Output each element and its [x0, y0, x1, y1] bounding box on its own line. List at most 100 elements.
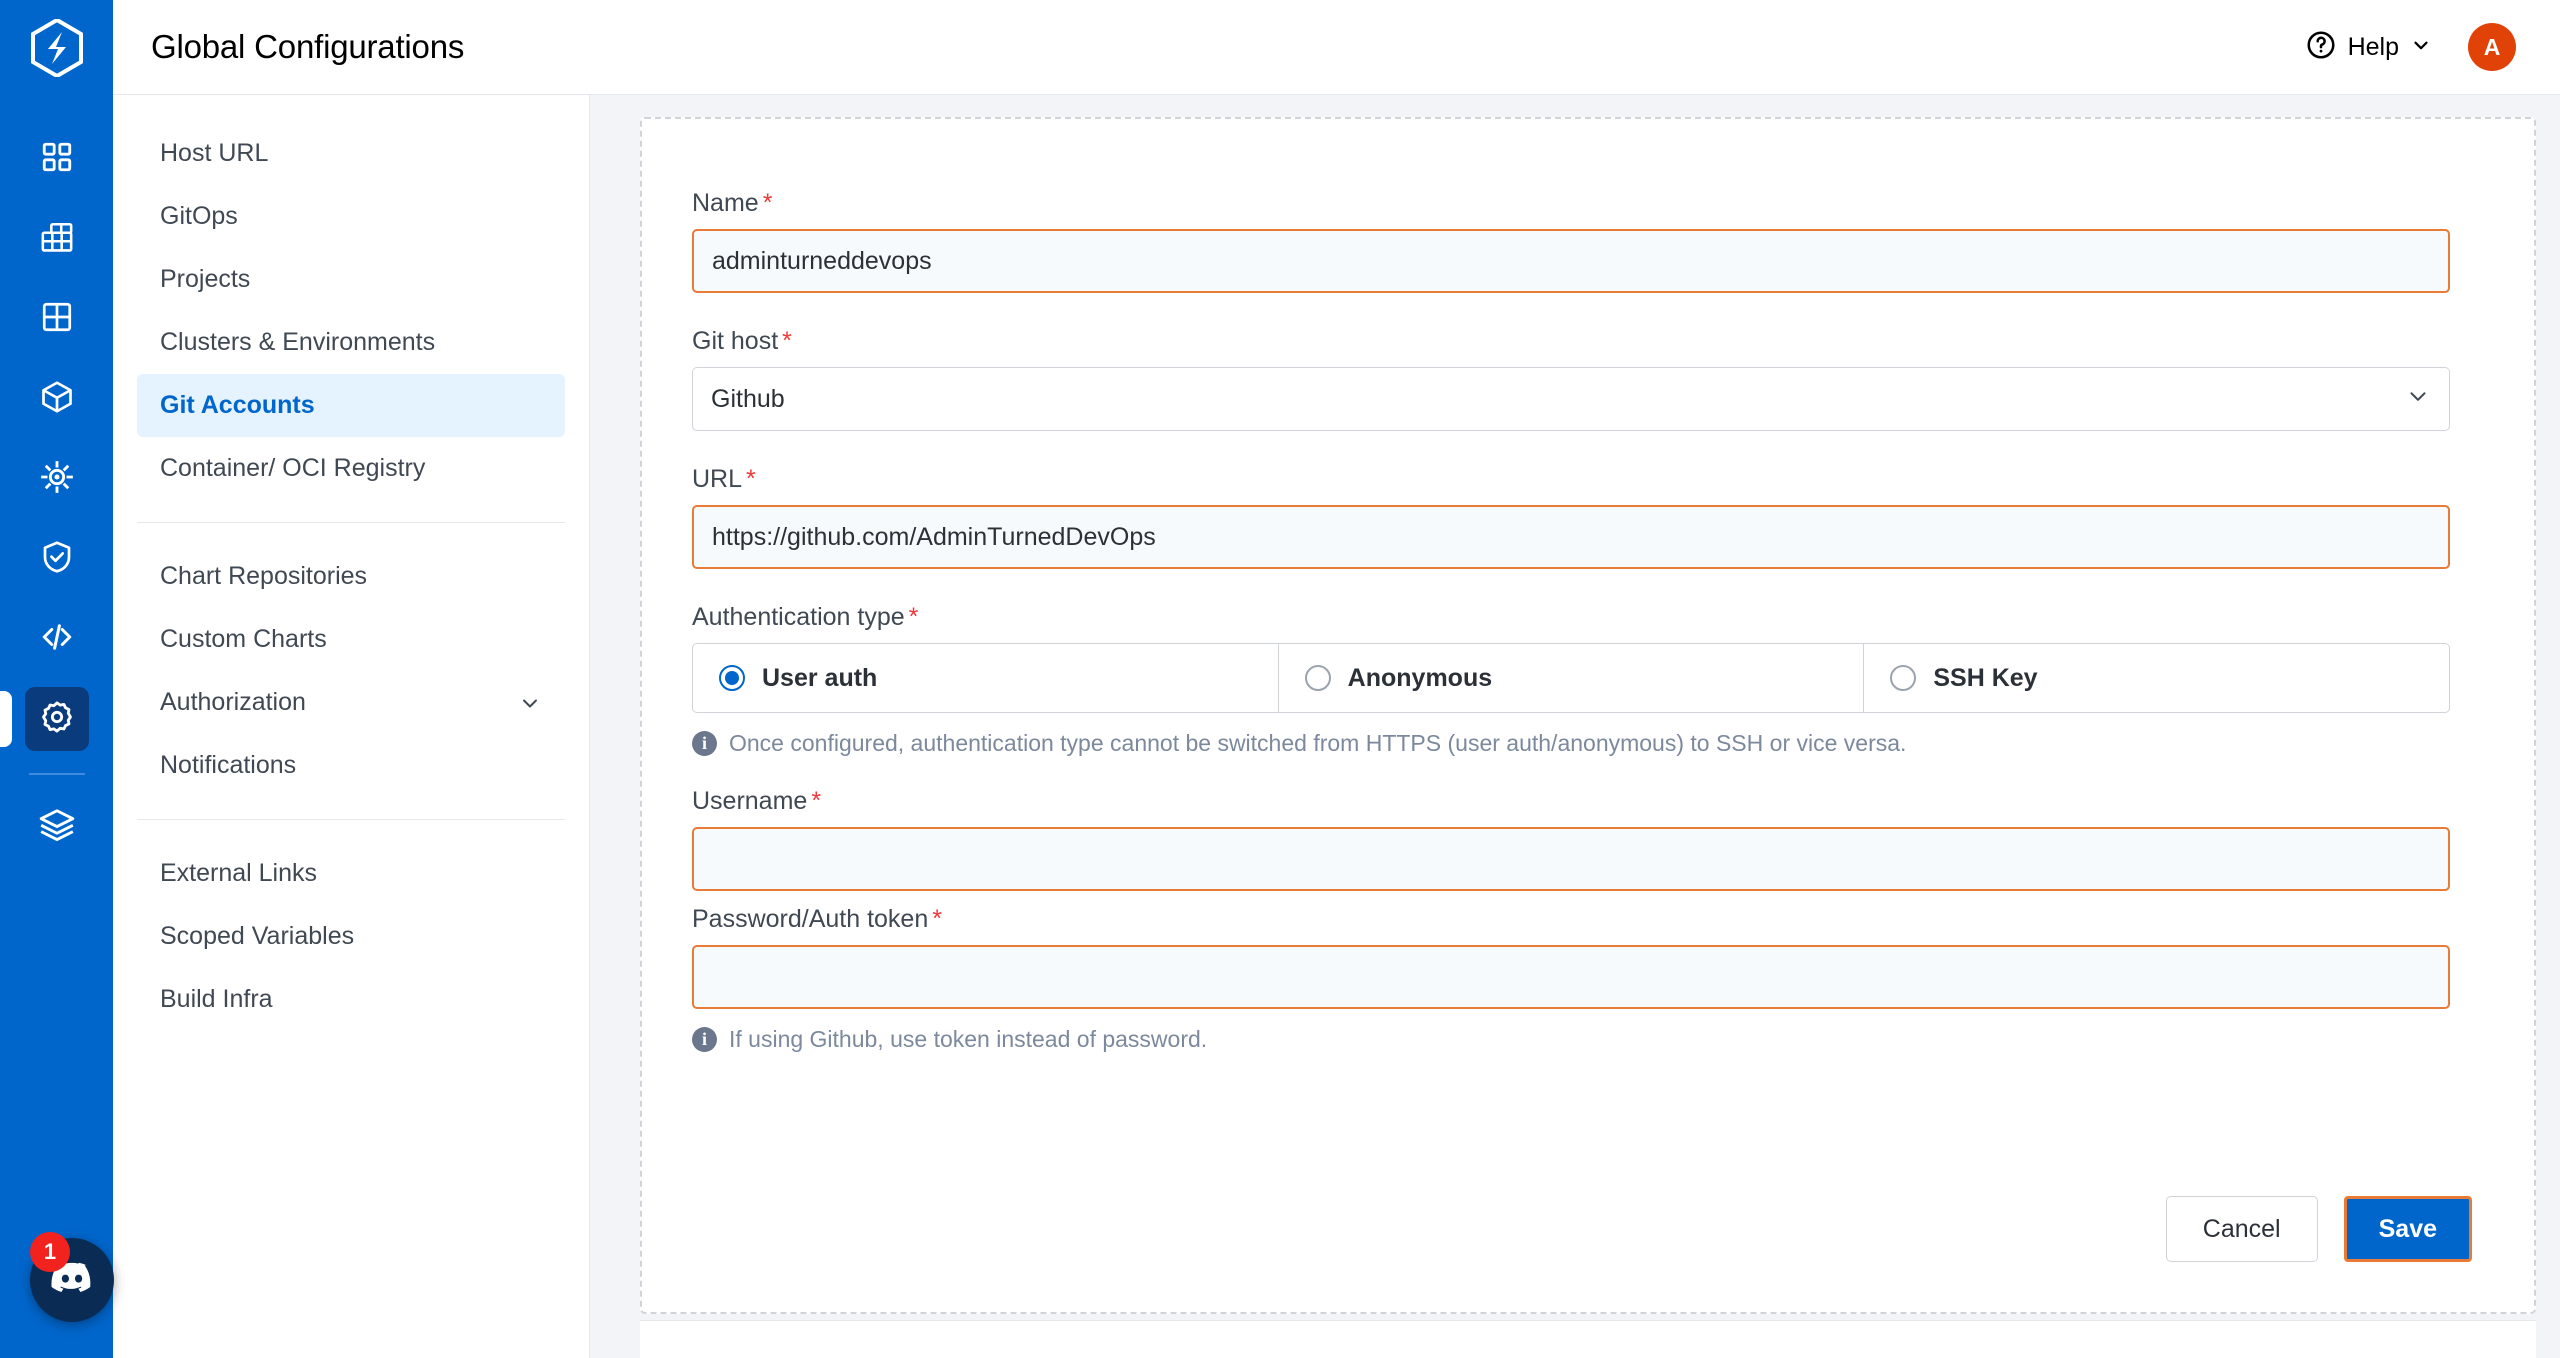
rail-item-applications[interactable]: [25, 127, 89, 191]
username-label-text: Username: [692, 787, 808, 815]
nav-label: GitOps: [160, 202, 238, 230]
page-title: Global Configurations: [151, 28, 465, 65]
password-info-text: If using Github, use token instead of pa…: [729, 1026, 1208, 1052]
name-label-text: Name: [692, 189, 759, 217]
chevron-down-icon[interactable]: [518, 691, 542, 715]
sidebar-item-host-url[interactable]: Host URL: [137, 122, 565, 185]
radio-label: User auth: [762, 663, 878, 692]
left-icon-rail: 1: [0, 0, 114, 1358]
chevron-down-icon[interactable]: [2405, 383, 2431, 416]
password-label-text: Password/Auth token: [692, 905, 929, 933]
radio-indicator[interactable]: [1890, 665, 1917, 691]
rail-divider: [28, 773, 85, 775]
sidebar-item-projects[interactable]: Projects: [137, 248, 565, 311]
git-host-value: Github: [711, 384, 785, 413]
nav-label: Custom Charts: [160, 625, 327, 653]
sidebar-item-custom-charts[interactable]: Custom Charts: [137, 608, 565, 671]
git-host-label-text: Git host: [692, 327, 779, 355]
sidebar-item-chart-repositories[interactable]: Chart Repositories: [137, 545, 565, 608]
nav-label: Chart Repositories: [160, 562, 368, 590]
stack-layers-icon: [38, 806, 76, 849]
body: Host URL GitOps Projects Clusters & Envi…: [113, 95, 2560, 1358]
jobs-grid-icon: [40, 220, 74, 259]
radio-label: SSH Key: [1933, 663, 2038, 692]
radio-indicator[interactable]: [1304, 665, 1331, 691]
radio-label: Anonymous: [1347, 663, 1493, 692]
rail-item-resource-browser[interactable]: [25, 367, 89, 431]
required-asterisk: *: [908, 603, 919, 631]
nav-label: Authorization: [160, 688, 306, 716]
radio-indicator-selected[interactable]: [719, 665, 745, 691]
discord-badge: 1: [30, 1232, 70, 1272]
password-label: Password/Auth token *: [692, 905, 2450, 934]
rail-item-security[interactable]: [25, 527, 89, 591]
sidebar-item-container-oci-registry[interactable]: Container/ OCI Registry: [137, 437, 565, 500]
radio-ssh-key[interactable]: SSH Key: [1863, 644, 2449, 712]
sidebar-item-clusters-environments[interactable]: Clusters & Environments: [137, 311, 565, 374]
password-info: i If using Github, use token instead of …: [692, 1026, 2450, 1053]
sidebar-item-git-accounts[interactable]: Git Accounts: [137, 374, 565, 437]
save-button[interactable]: Save: [2343, 1196, 2472, 1262]
sidebar-item-external-links[interactable]: External Links: [137, 842, 565, 905]
sidebar-item-notifications[interactable]: Notifications: [137, 734, 565, 797]
apps-grid-icon: [40, 140, 74, 179]
nav-label: Build Infra: [160, 985, 273, 1013]
rail-item-stack-manager[interactable]: [25, 795, 89, 859]
nav-label: Projects: [160, 265, 251, 293]
top-bar: Global Configurations Help A: [113, 0, 2560, 95]
rail-item-clusters[interactable]: [25, 447, 89, 511]
name-input[interactable]: [692, 229, 2450, 293]
field-url: URL *: [692, 465, 2450, 569]
auth-type-info-text: Once configured, authentication type can…: [729, 730, 1907, 756]
radio-anonymous[interactable]: Anonymous: [1277, 644, 1864, 712]
discord-launcher[interactable]: 1: [30, 1232, 122, 1330]
sidebar-item-build-infra[interactable]: Build Infra: [137, 968, 565, 1031]
username-label: Username *: [692, 787, 2450, 816]
sidebar-item-authorization[interactable]: Authorization: [137, 671, 565, 734]
auth-type-info: i Once configured, authentication type c…: [692, 730, 2450, 757]
auth-type-label-text: Authentication type: [692, 603, 905, 631]
field-git-host: Git host * Github: [692, 327, 2450, 431]
rail-item-code[interactable]: [25, 607, 89, 671]
url-input[interactable]: [692, 505, 2450, 569]
gear-icon: [39, 699, 75, 740]
rail-item-list: [0, 127, 113, 875]
content-area: Name* Git host* Github: [590, 95, 2560, 1358]
content-bottom-strip: [640, 1320, 2536, 1358]
nav-label: Host URL: [160, 139, 269, 167]
sidebar-item-gitops[interactable]: GitOps: [137, 185, 565, 248]
field-authentication-type: Authentication type * User auth Anonymous: [692, 603, 2450, 757]
required-asterisk: *: [811, 787, 822, 815]
info-icon: i: [692, 1027, 717, 1052]
name-label: Name *: [692, 189, 2450, 218]
help-label: Help: [2347, 32, 2399, 61]
username-input[interactable]: [692, 827, 2450, 891]
helm-wheel-icon: [38, 458, 76, 501]
rail-item-chart-store[interactable]: [25, 287, 89, 351]
radio-user-auth[interactable]: User auth: [693, 644, 1278, 712]
question-circle-icon: [2305, 29, 2337, 66]
url-label-text: URL: [692, 465, 743, 493]
git-host-select[interactable]: Github: [692, 367, 2450, 431]
devtron-logo[interactable]: [0, 0, 113, 95]
cancel-button[interactable]: Cancel: [2165, 1196, 2318, 1262]
nav-label: Git Accounts: [160, 391, 315, 419]
field-username: Username *: [692, 787, 2450, 891]
avatar[interactable]: A: [2468, 23, 2516, 71]
help-button[interactable]: Help: [2305, 29, 2432, 66]
password-input[interactable]: [692, 945, 2450, 1009]
url-label: URL *: [692, 465, 2450, 494]
nav-divider-1: [137, 522, 565, 523]
rail-item-jobs[interactable]: [25, 207, 89, 271]
rail-item-global-configurations[interactable]: [0, 687, 89, 751]
right-area: Global Configurations Help A Host URL Gi…: [113, 0, 2560, 1358]
required-asterisk: *: [762, 189, 773, 217]
info-icon: i: [692, 731, 717, 756]
shield-check-icon: [39, 539, 75, 580]
field-name: Name *: [692, 189, 2450, 293]
sidebar-item-scoped-variables[interactable]: Scoped Variables: [137, 905, 565, 968]
